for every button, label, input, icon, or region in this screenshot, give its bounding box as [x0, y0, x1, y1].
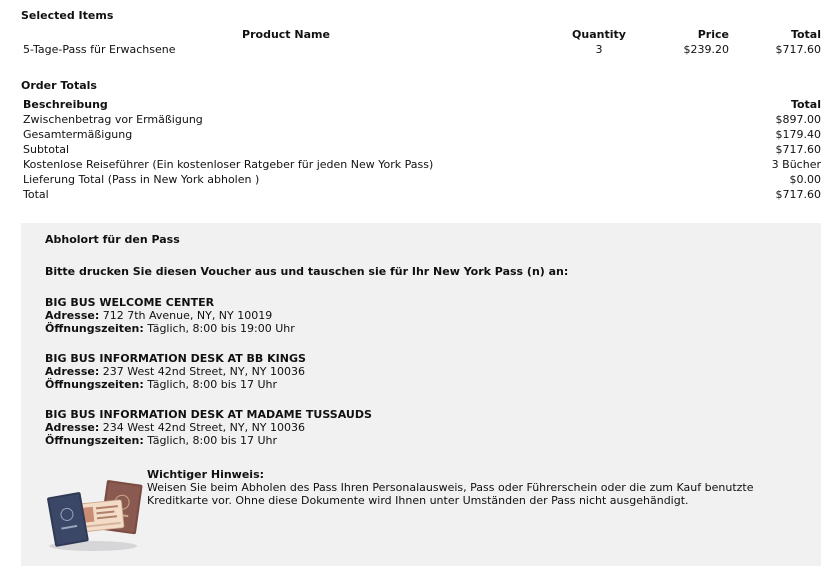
- column-header-total: Total: [790, 28, 821, 41]
- product-total: $717.60: [775, 43, 822, 56]
- address-label: Adresse:: [45, 365, 100, 378]
- totals-value: $897.00: [775, 113, 822, 126]
- totals-label: Lieferung Total (Pass in New York abhole…: [23, 173, 260, 186]
- location-name: BIG BUS INFORMATION DESK AT BB KINGS: [45, 352, 306, 365]
- address-value: 237 West 42nd Street, NY, NY 10036: [102, 365, 306, 378]
- location-name: BIG BUS INFORMATION DESK AT MADAME TUSSA…: [45, 408, 372, 421]
- important-notice: Wichtiger Hinweis: Weisen Sie beim Abhol…: [45, 468, 805, 551]
- totals-label: Total: [23, 188, 49, 201]
- pickup-panel: Abholort für den Pass Bitte drucken Sie …: [21, 223, 821, 566]
- address-label: Adresse:: [45, 421, 100, 434]
- table-row: Total $717.60: [23, 187, 821, 202]
- totals-value: $717.60: [775, 188, 822, 201]
- table-row: Zwischenbetrag vor Ermäßigung $897.00: [23, 112, 821, 127]
- table-header-row: Beschreibung Total: [23, 97, 821, 112]
- pickup-location: BIG BUS INFORMATION DESK AT BB KINGS Adr…: [45, 352, 805, 391]
- pickup-location: BIG BUS WELCOME CENTER Adresse: 712 7th …: [45, 296, 805, 335]
- hours-label: Öffnungszeiten:: [45, 434, 144, 447]
- hours-label: Öffnungszeiten:: [45, 378, 144, 391]
- location-hours: Öffnungszeiten: Täglich, 8:00 bis 19:00 …: [45, 322, 805, 335]
- totals-label: Gesamtermäßigung: [23, 128, 133, 141]
- totals-value: $717.60: [775, 143, 822, 156]
- pickup-content: Abholort für den Pass Bitte drucken Sie …: [45, 233, 805, 551]
- product-quantity: 3: [595, 43, 603, 56]
- order-totals-heading: Order Totals: [21, 79, 97, 92]
- selected-items-table: Product Name Quantity Price Total 5-Tage…: [23, 27, 821, 57]
- table-header-row: Product Name Quantity Price Total: [23, 27, 821, 42]
- product-name: 5-Tage-Pass für Erwachsene: [23, 43, 176, 56]
- column-header-total: Total: [790, 98, 821, 111]
- address-value: 712 7th Avenue, NY, NY 10019: [102, 309, 273, 322]
- pickup-title: Abholort für den Pass: [45, 233, 180, 246]
- column-header-description: Beschreibung: [23, 98, 108, 111]
- table-row: Lieferung Total (Pass in New York abhole…: [23, 172, 821, 187]
- product-price: $239.20: [683, 43, 730, 56]
- hours-value: Täglich, 8:00 bis 19:00 Uhr: [147, 322, 295, 335]
- totals-value: $179.40: [775, 128, 822, 141]
- location-name: BIG BUS WELCOME CENTER: [45, 296, 215, 309]
- totals-label: Subtotal: [23, 143, 70, 156]
- table-row: Gesamtermäßigung $179.40: [23, 127, 821, 142]
- location-hours: Öffnungszeiten: Täglich, 8:00 bis 17 Uhr: [45, 378, 805, 391]
- order-totals-table: Beschreibung Total Zwischenbetrag vor Er…: [23, 97, 821, 202]
- hours-label: Öffnungszeiten:: [45, 322, 144, 335]
- address-value: 234 West 42nd Street, NY, NY 10036: [102, 421, 306, 434]
- location-hours: Öffnungszeiten: Täglich, 8:00 bis 17 Uhr: [45, 434, 805, 447]
- id-documents-icon: [45, 478, 145, 553]
- notice-text: Wichtiger Hinweis: Weisen Sie beim Abhol…: [147, 468, 787, 507]
- notice-body: Weisen Sie beim Abholen des Pass Ihren P…: [147, 481, 754, 507]
- totals-label: Zwischenbetrag vor Ermäßigung: [23, 113, 203, 126]
- table-row: 5-Tage-Pass für Erwachsene 3 $239.20 $71…: [23, 42, 821, 57]
- selected-items-heading: Selected Items: [21, 9, 114, 22]
- totals-label: Kostenlose Reiseführer (Ein kostenloser …: [23, 158, 434, 171]
- table-row: Subtotal $717.60: [23, 142, 821, 157]
- column-header-quantity: Quantity: [572, 28, 626, 41]
- column-header-price: Price: [697, 28, 729, 41]
- location-address: Adresse: 234 West 42nd Street, NY, NY 10…: [45, 421, 805, 434]
- totals-value: $0.00: [789, 173, 822, 186]
- column-header-product: Product Name: [242, 28, 330, 41]
- notice-heading: Wichtiger Hinweis:: [147, 468, 265, 481]
- address-label: Adresse:: [45, 309, 100, 322]
- totals-value: 3 Bücher: [771, 158, 821, 171]
- location-address: Adresse: 712 7th Avenue, NY, NY 10019: [45, 309, 805, 322]
- table-row: Kostenlose Reiseführer (Ein kostenloser …: [23, 157, 821, 172]
- pickup-location: BIG BUS INFORMATION DESK AT MADAME TUSSA…: [45, 408, 805, 447]
- hours-value: Täglich, 8:00 bis 17 Uhr: [147, 434, 278, 447]
- location-address: Adresse: 237 West 42nd Street, NY, NY 10…: [45, 365, 805, 378]
- pickup-instructions: Bitte drucken Sie diesen Voucher aus und…: [45, 265, 569, 278]
- hours-value: Täglich, 8:00 bis 17 Uhr: [147, 378, 278, 391]
